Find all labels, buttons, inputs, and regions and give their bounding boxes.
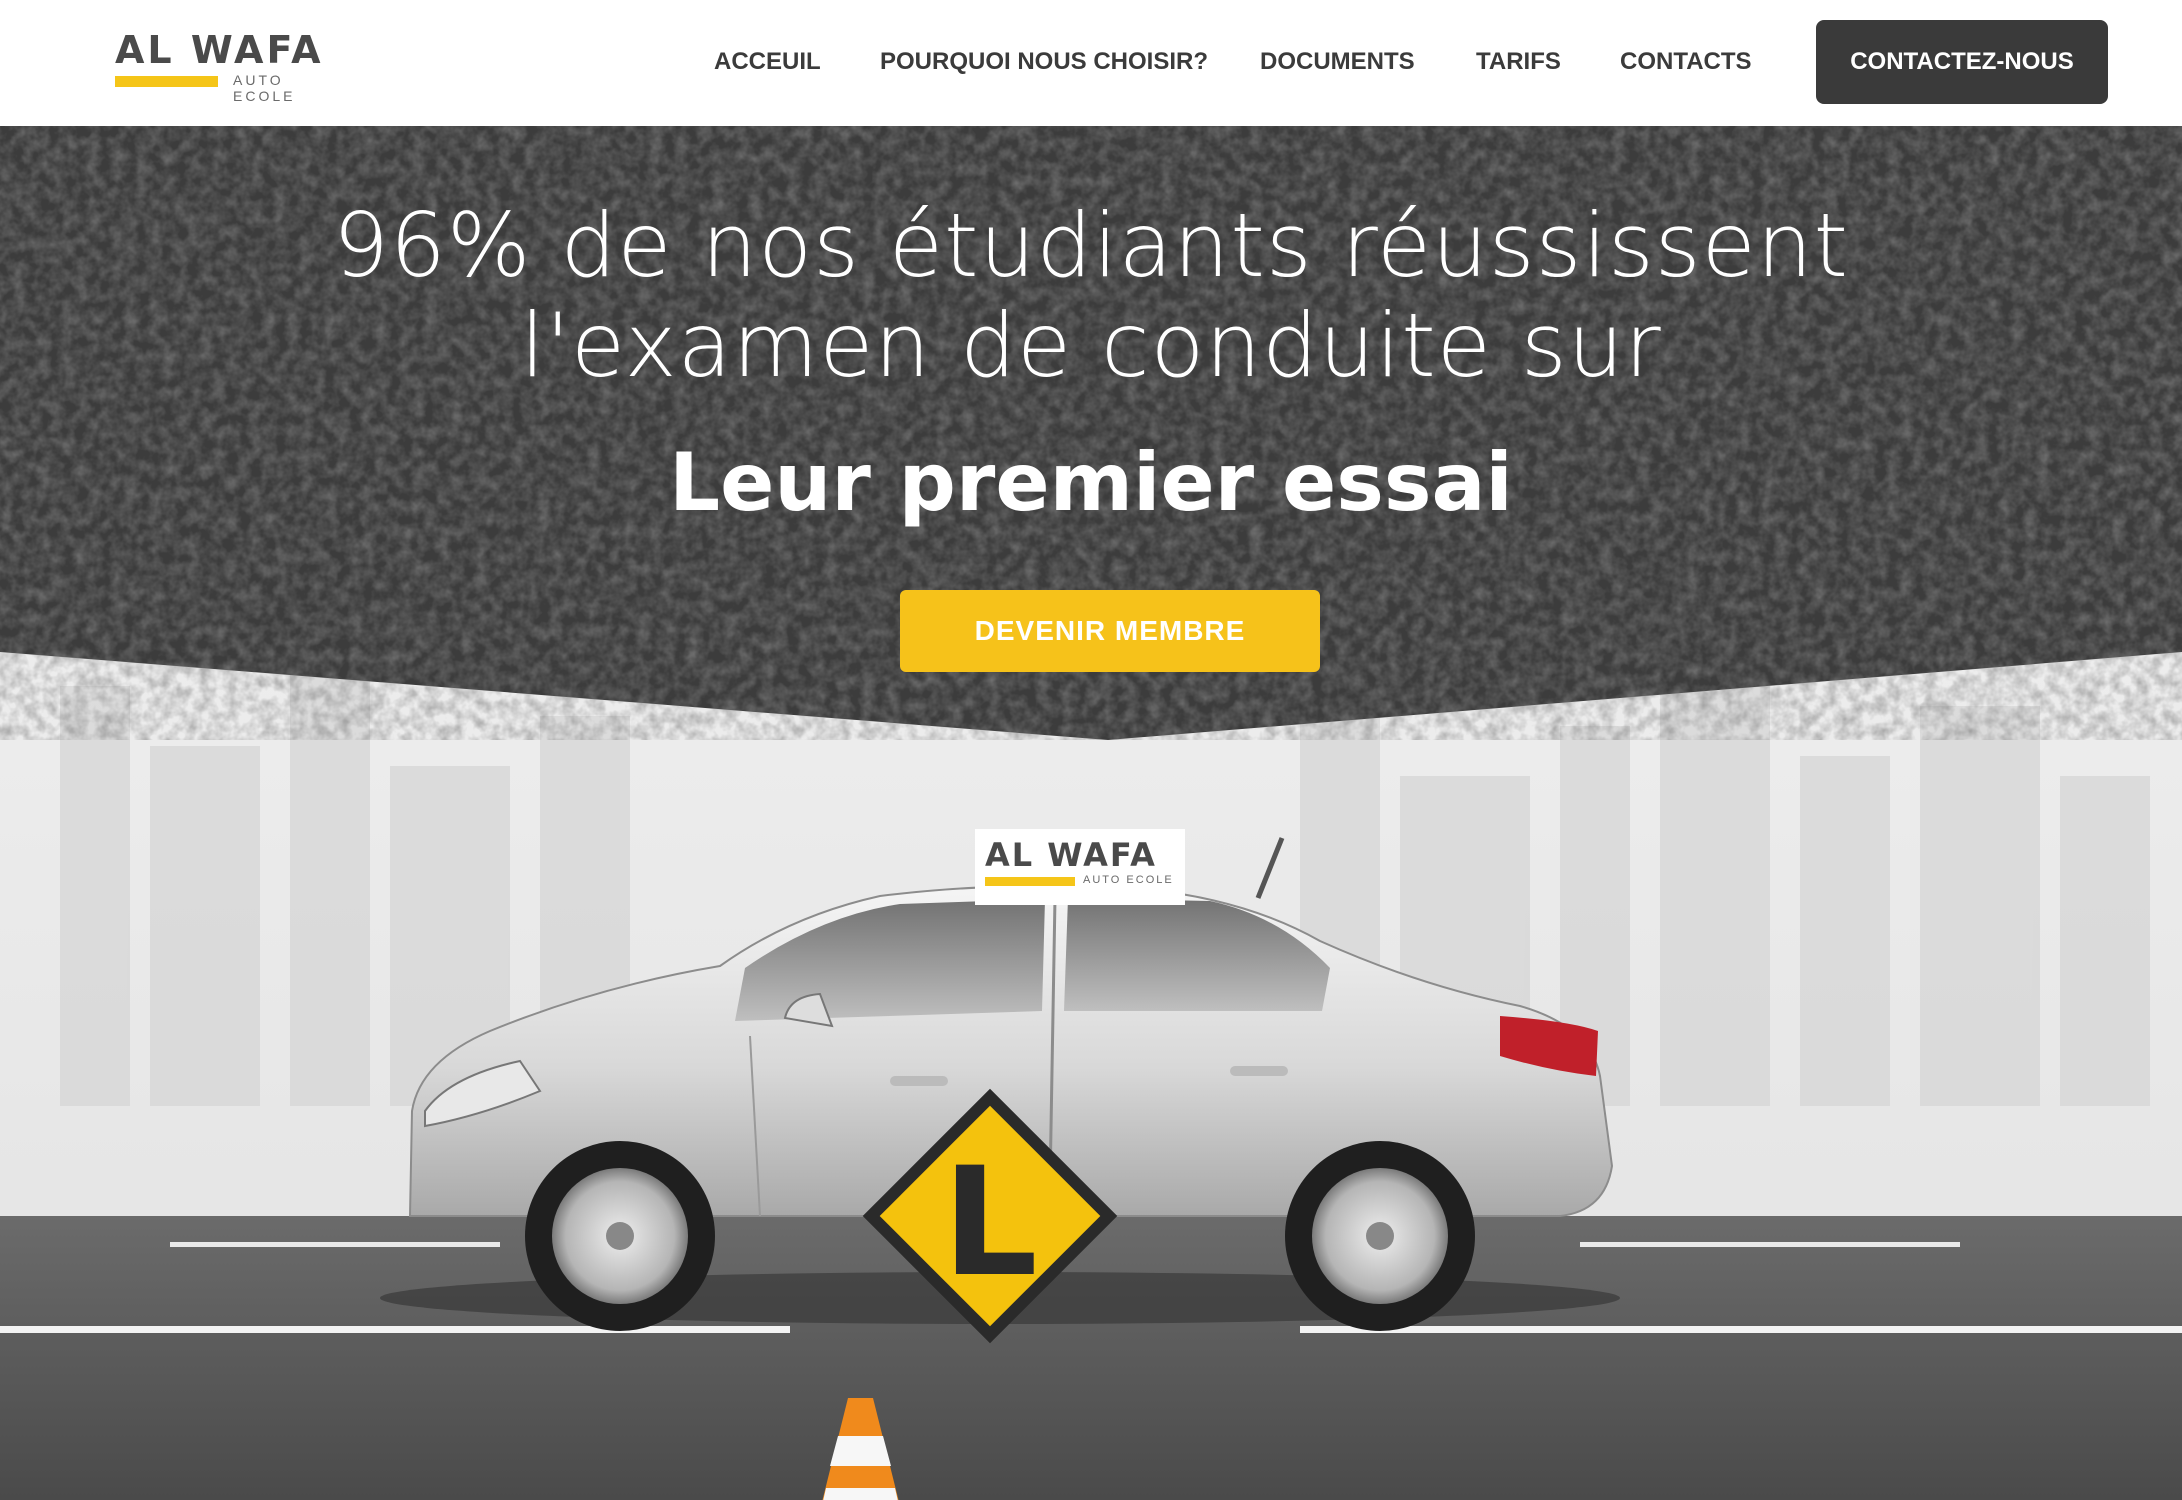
hero-headline-line-1: 96% de nos étudiants réussissent (332, 194, 1850, 297)
nav-item-pourquoi[interactable]: POURQUOI NOUS CHOISIR? (880, 47, 1208, 77)
learner-plate-letter: L (942, 1136, 1038, 1310)
nav-item-documents[interactable]: DOCUMENTS (1260, 47, 1415, 77)
nav-item-contacts[interactable]: CONTACTS (1620, 47, 1752, 77)
hero-subheadline: Leur premier essai (669, 436, 1513, 529)
car-roof-sign-underline (985, 877, 1075, 886)
hero-section: L AL WAFA AUTO ECOLE 96% de nos étudiant… (0, 126, 2182, 1500)
brand-underline (115, 76, 218, 87)
brand-name: AL WAFA (115, 28, 324, 72)
brand-tagline: AUTO ECOLE (233, 72, 296, 104)
car-roof-sign: AL WAFA AUTO ECOLE (975, 829, 1185, 905)
car-roof-sign-tagline: AUTO ECOLE (1083, 874, 1174, 886)
contact-us-button[interactable]: CONTACTEZ-NOUS (1816, 20, 2108, 104)
brand-logo[interactable]: AL WAFA AUTO ECOLE (115, 28, 345, 104)
nav-item-tarifs[interactable]: TARIFS (1476, 47, 1561, 77)
site-header: AL WAFA AUTO ECOLE ACCEUIL POURQUOI NOUS… (0, 0, 2182, 126)
hero-headline: 96% de nos étudiants réussissent l'exame… (0, 196, 2182, 396)
become-member-button[interactable]: DEVENIR MEMBRE (900, 590, 1320, 672)
nav-item-acceuil[interactable]: ACCEUIL (714, 47, 821, 77)
car-roof-sign-name: AL WAFA (985, 836, 1157, 874)
hero-headline-line-2: l'examen de conduite sur (520, 294, 1662, 397)
